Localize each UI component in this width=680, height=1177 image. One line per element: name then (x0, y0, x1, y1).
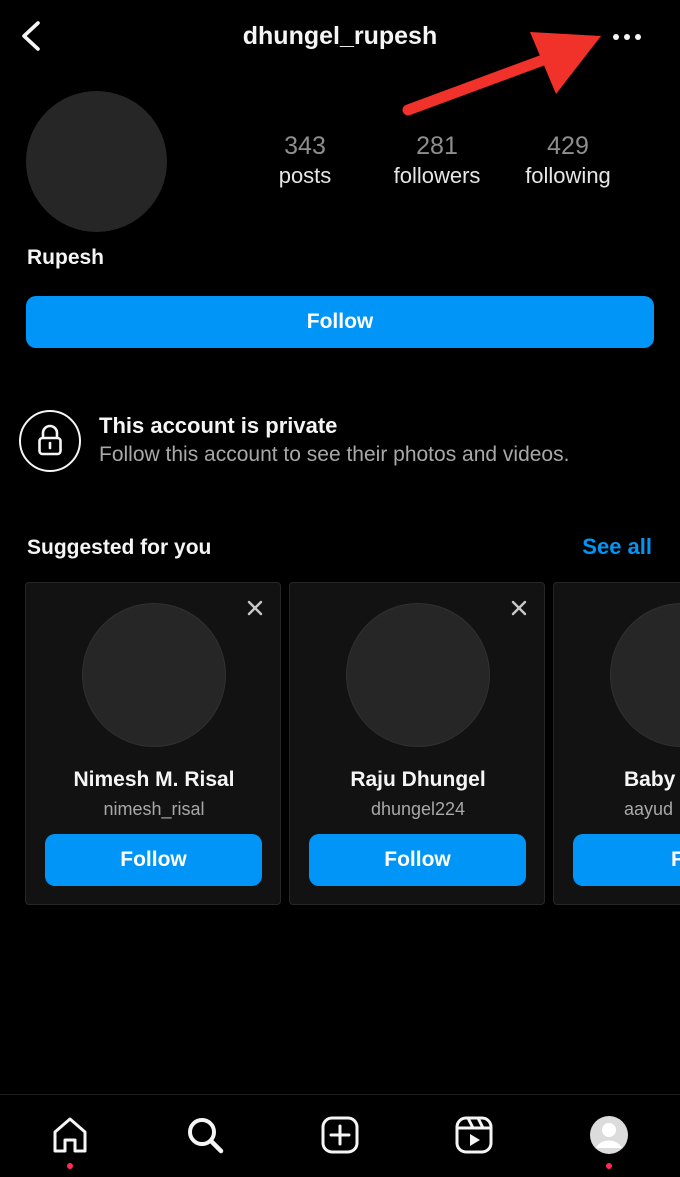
suggestion-card[interactable]: Nimesh M. Risal nimesh_risal Follow (25, 582, 281, 905)
following-label: following (525, 163, 611, 188)
suggestion-name: Nimesh M. Risal (73, 768, 235, 791)
profile-avatar[interactable] (26, 91, 167, 232)
suggestion-follow-button[interactable]: Fol (573, 834, 680, 886)
lock-badge (19, 410, 81, 472)
followers-stat[interactable]: 281 followers (372, 131, 502, 191)
profile-notification-dot (606, 1163, 612, 1169)
profile-avatar-icon[interactable] (589, 1115, 629, 1155)
suggestion-follow-button[interactable]: Follow (45, 834, 262, 886)
home-notification-dot (67, 1163, 73, 1169)
suggestion-avatar[interactable] (82, 603, 226, 747)
home-icon[interactable] (50, 1115, 90, 1155)
suggestion-card[interactable]: Raju Dhungel dhungel224 Follow (289, 582, 545, 905)
suggestion-handle: nimesh_risal (103, 799, 205, 819)
bottom-tab-bar (0, 1094, 680, 1177)
suggestion-handle: aayud (624, 799, 674, 819)
display-name: Rupesh (27, 246, 105, 269)
posts-label: posts (278, 163, 332, 188)
suggested-heading: Suggested for you (27, 536, 212, 559)
follow-button[interactable]: Follow (26, 296, 654, 348)
suggestion-avatar[interactable] (610, 603, 680, 747)
search-icon[interactable] (185, 1115, 225, 1155)
following-stat[interactable]: 429 following (503, 131, 633, 191)
dismiss-close-icon[interactable] (510, 599, 528, 617)
suggestion-follow-button[interactable]: Follow (309, 834, 526, 886)
suggestion-avatar[interactable] (346, 603, 490, 747)
posts-count: 343 (284, 132, 326, 160)
lock-icon (38, 424, 62, 456)
private-account-subtitle: Follow this account to see their photos … (99, 443, 570, 466)
annotation-arrow-icon (402, 32, 601, 116)
followers-label: followers (393, 163, 481, 188)
suggestion-name: Baby (624, 768, 676, 791)
suggestion-name: Raju Dhungel (350, 768, 486, 791)
private-account-title: This account is private (99, 413, 338, 438)
see-all-link[interactable]: See all (560, 532, 652, 562)
dismiss-close-icon[interactable] (246, 599, 264, 617)
suggestion-handle: dhungel224 (370, 799, 466, 819)
followers-count: 281 (416, 132, 458, 160)
following-count: 429 (547, 132, 589, 160)
suggestion-card[interactable]: Baby aayud Fol (553, 582, 680, 905)
posts-stat[interactable]: 343 posts (240, 131, 370, 191)
create-post-icon[interactable] (320, 1115, 360, 1155)
reels-icon[interactable] (454, 1115, 494, 1155)
